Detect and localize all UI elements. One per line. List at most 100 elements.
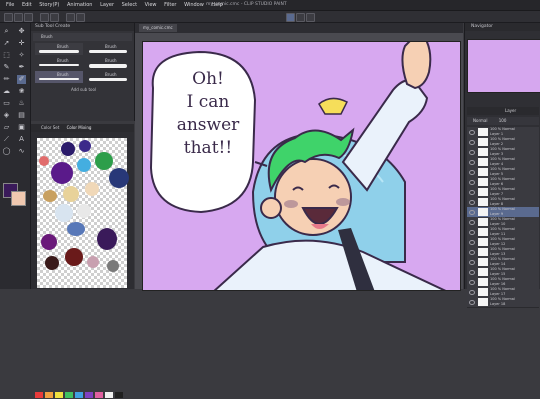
- tab-color-set[interactable]: Color Set: [41, 125, 59, 130]
- frame-icon[interactable]: ▣: [17, 123, 26, 132]
- menu-window[interactable]: Window: [184, 0, 204, 10]
- navigator-preview[interactable]: [467, 39, 540, 93]
- new-file-icon[interactable]: [4, 13, 13, 22]
- gradient-icon[interactable]: ▤: [17, 111, 26, 120]
- blend-mode[interactable]: Normal: [473, 118, 487, 123]
- color-mixing-panel: Color Set Color Mixing: [31, 124, 134, 398]
- save-icon[interactable]: [24, 13, 33, 22]
- subtool-title: Sub Tool Create: [31, 23, 134, 31]
- menu-file[interactable]: File: [6, 0, 14, 10]
- eye-icon[interactable]: [469, 240, 475, 245]
- tab-color-mixing[interactable]: Color Mixing: [67, 125, 92, 130]
- redo-icon[interactable]: [50, 13, 59, 22]
- auto-select-icon[interactable]: ✧: [17, 51, 26, 60]
- eye-icon[interactable]: [469, 210, 475, 215]
- menu-animation[interactable]: Animation: [67, 0, 93, 10]
- clear-icon[interactable]: [66, 13, 75, 22]
- eye-icon[interactable]: [469, 260, 475, 265]
- ruler-icon[interactable]: [296, 13, 305, 22]
- swatch[interactable]: [75, 392, 83, 398]
- blend-icon[interactable]: ♨: [17, 99, 26, 108]
- eye-icon[interactable]: [469, 140, 475, 145]
- eye-icon[interactable]: [469, 270, 475, 275]
- transform-icon[interactable]: [76, 13, 85, 22]
- eye-icon[interactable]: [469, 190, 475, 195]
- brush-item-selected[interactable]: Brush: [35, 71, 83, 83]
- figure-icon[interactable]: ▱: [2, 123, 11, 132]
- canvas-tab-bar: my_comic.cmc: [135, 23, 463, 33]
- brush-item[interactable]: Brush: [85, 71, 131, 83]
- layer-row[interactable]: 100 % Normal Layer 18: [467, 297, 539, 308]
- brush-item[interactable]: Brush: [85, 57, 131, 69]
- pen-tool-icon[interactable]: ✒: [17, 63, 26, 72]
- eye-icon[interactable]: [469, 130, 475, 135]
- layer-panel-title: Layer: [505, 108, 517, 113]
- menu-select[interactable]: Select: [122, 0, 137, 10]
- eye-icon[interactable]: [469, 180, 475, 185]
- speech-bubble-text: Oh! I can answer that!!: [163, 68, 253, 160]
- open-file-icon[interactable]: [14, 13, 23, 22]
- command-bar: [0, 11, 540, 23]
- navigator-title: Navigator: [465, 23, 540, 31]
- ruler-tool-icon[interactable]: ⟋: [2, 135, 11, 144]
- layer-panel-header: Layer: [467, 107, 539, 115]
- eye-icon[interactable]: [469, 230, 475, 235]
- swatch[interactable]: [45, 392, 53, 398]
- eye-icon[interactable]: [469, 150, 475, 155]
- eye-icon[interactable]: [469, 300, 475, 305]
- speech-line: I can: [186, 92, 230, 112]
- correct-line-icon[interactable]: ∿: [17, 147, 26, 156]
- subtool-tab-brush[interactable]: Brush: [33, 33, 132, 41]
- eye-icon[interactable]: [469, 200, 475, 205]
- swatch[interactable]: [85, 392, 93, 398]
- eye-icon[interactable]: [469, 170, 475, 175]
- menu-filter[interactable]: Filter: [164, 0, 176, 10]
- sub-color-swatch[interactable]: [11, 191, 26, 206]
- brush-item[interactable]: Brush: [35, 57, 83, 69]
- canvas-tab[interactable]: my_comic.cmc: [139, 24, 177, 32]
- eye-icon[interactable]: [469, 280, 475, 285]
- brush-tool-icon[interactable]: ✐: [17, 75, 26, 84]
- decoration-icon[interactable]: ❀: [17, 87, 26, 96]
- opacity-value[interactable]: 100: [499, 118, 507, 123]
- swatch[interactable]: [105, 392, 113, 398]
- fill-icon[interactable]: ◈: [2, 111, 11, 120]
- eye-icon[interactable]: [469, 160, 475, 165]
- swatch[interactable]: [65, 392, 73, 398]
- menu-edit[interactable]: Edit: [22, 0, 32, 10]
- operation-tool-icon[interactable]: ➚: [2, 39, 11, 48]
- menu-view[interactable]: View: [145, 0, 157, 10]
- right-panels: Navigator Layer Normal 100 100 % Normal L…: [464, 23, 540, 308]
- subtool-panel: Sub Tool Create Brush Brush Brush Brush …: [31, 23, 135, 121]
- swatch[interactable]: [55, 392, 63, 398]
- eyedropper-icon[interactable]: ✎: [2, 63, 11, 72]
- balloon-icon[interactable]: ◯: [2, 147, 11, 156]
- undo-icon[interactable]: [40, 13, 49, 22]
- menu-story[interactable]: Story(P): [39, 0, 59, 10]
- swatch[interactable]: [95, 392, 103, 398]
- airbrush-icon[interactable]: ☁: [2, 87, 11, 96]
- drawing-canvas[interactable]: Oh! I can answer that!!: [142, 41, 461, 291]
- add-subtool-button[interactable]: Add sub tool: [71, 87, 96, 92]
- brush-item[interactable]: Brush: [85, 43, 131, 55]
- menu-layer[interactable]: Layer: [100, 0, 114, 10]
- grid-icon[interactable]: [306, 13, 315, 22]
- move-tool-icon[interactable]: ✥: [17, 27, 26, 36]
- layer-move-icon[interactable]: ✛: [17, 39, 26, 48]
- canvas-area: my_comic.cmc Oh! I can answer that!!: [135, 23, 463, 291]
- swatch[interactable]: [35, 392, 43, 398]
- text-tool-icon[interactable]: A: [17, 135, 26, 144]
- swatch[interactable]: [115, 392, 123, 398]
- snap-icon[interactable]: [286, 13, 295, 22]
- eye-icon[interactable]: [469, 250, 475, 255]
- eye-icon[interactable]: [469, 220, 475, 225]
- menu-bar: File Edit Story(P) Animation Layer Selec…: [0, 0, 540, 11]
- mixing-canvas[interactable]: [37, 138, 129, 288]
- brush-item[interactable]: Brush: [35, 43, 83, 55]
- tool-palette: ⌕ ✥ ➚ ✛ ⬚ ✧ ✎ ✒ ✏ ✐ ☁ ❀ ▭ ♨ ◈ ▤ ▱ ▣ ⟋ A …: [0, 23, 31, 289]
- eraser-icon[interactable]: ▭: [2, 99, 11, 108]
- pencil-tool-icon[interactable]: ✏: [2, 75, 11, 84]
- selection-tool-icon[interactable]: ⬚: [2, 51, 11, 60]
- eye-icon[interactable]: [469, 290, 475, 295]
- zoom-tool-icon[interactable]: ⌕: [2, 27, 11, 36]
